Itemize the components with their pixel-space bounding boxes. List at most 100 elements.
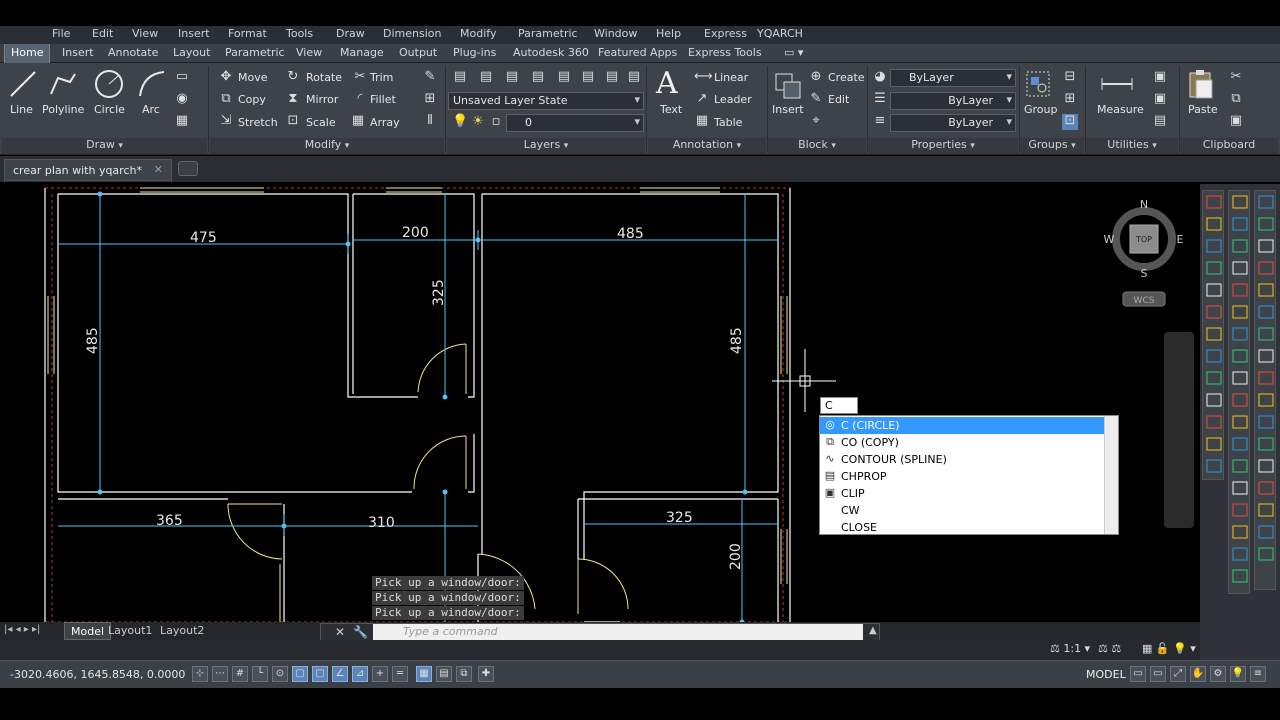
menu-express[interactable]: Express bbox=[704, 27, 747, 40]
toolbar-tool-icon[interactable] bbox=[1232, 525, 1248, 539]
toolbar-tool-icon[interactable] bbox=[1258, 239, 1274, 253]
menu-file[interactable]: File bbox=[52, 27, 70, 40]
menu-tools[interactable]: Tools bbox=[286, 27, 313, 40]
toolbar-tool-icon[interactable] bbox=[1258, 459, 1274, 473]
isolate-objects-icon[interactable]: 💡 bbox=[1230, 666, 1246, 682]
menu-edit[interactable]: Edit bbox=[92, 27, 113, 40]
layer-icon[interactable]: ▤ bbox=[604, 70, 620, 86]
toolbar-tool-icon[interactable] bbox=[1258, 481, 1274, 495]
properties-panel-title[interactable]: Properties ▾ bbox=[868, 138, 1018, 154]
lineweight-dropdown[interactable]: ByLayer bbox=[890, 114, 1016, 132]
autocomplete-item[interactable]: ▤ CHPROP bbox=[820, 468, 1104, 485]
autocomplete-item[interactable]: CLOSE bbox=[820, 519, 1104, 536]
explode-icon[interactable]: ⊞ bbox=[422, 92, 438, 108]
toolbar-tool-icon[interactable] bbox=[1232, 195, 1248, 209]
tab-insert[interactable]: Insert bbox=[62, 46, 94, 59]
group-select-icon[interactable]: ⊡ bbox=[1062, 114, 1078, 130]
autocomplete-scrollbar[interactable] bbox=[1104, 416, 1118, 534]
tab-express-tools[interactable]: Express Tools bbox=[688, 46, 762, 59]
viewport-icon[interactable]: ▭ bbox=[1150, 666, 1166, 682]
toolbar-tool-icon[interactable] bbox=[1232, 503, 1248, 517]
toolbar-tool-icon[interactable] bbox=[1206, 459, 1222, 473]
rotate-button[interactable]: Rotate bbox=[306, 71, 342, 84]
toolbar-tool-icon[interactable] bbox=[1206, 349, 1222, 363]
scale-button[interactable]: Scale bbox=[306, 116, 336, 129]
grid-icon[interactable]: # bbox=[232, 666, 248, 682]
tab-model[interactable]: Model bbox=[64, 622, 112, 640]
selection-cycling-icon[interactable]: ⧉ bbox=[456, 666, 472, 682]
erase-icon[interactable]: ✎ bbox=[422, 70, 438, 86]
close-icon[interactable]: ✕ bbox=[154, 163, 163, 176]
toolbar-tool-icon[interactable] bbox=[1232, 459, 1248, 473]
snap-mode-icon[interactable]: ⋯ bbox=[212, 666, 228, 682]
block-panel-title[interactable]: Block ▾ bbox=[768, 138, 866, 154]
maximize-viewport-icon[interactable]: ⤢ bbox=[1170, 666, 1186, 682]
toolbar-tool-icon[interactable] bbox=[1258, 503, 1274, 517]
leader-button[interactable]: Leader bbox=[714, 93, 752, 106]
toolbar-tool-icon[interactable] bbox=[1258, 305, 1274, 319]
layer-icon[interactable]: ▤ bbox=[626, 70, 642, 86]
toolbar-tool-icon[interactable] bbox=[1206, 305, 1222, 319]
toolbar-tool-icon[interactable] bbox=[1258, 547, 1274, 561]
toolbar-tool-icon[interactable] bbox=[1206, 261, 1222, 275]
pan-icon[interactable]: ✋ bbox=[1190, 666, 1206, 682]
tab-annotate[interactable]: Annotate bbox=[108, 46, 158, 59]
toolbar-tool-icon[interactable] bbox=[1232, 393, 1248, 407]
tab-layout[interactable]: Layout bbox=[173, 46, 210, 59]
toolbar-tool-icon[interactable] bbox=[1232, 349, 1248, 363]
toolbar-tool-icon[interactable] bbox=[1206, 327, 1222, 341]
utility-icon[interactable]: ▣ bbox=[1152, 70, 1168, 86]
mirror-button[interactable]: Mirror bbox=[306, 93, 338, 106]
toolbar-tool-icon[interactable] bbox=[1206, 437, 1222, 451]
3d-osnap-icon[interactable]: ▢ bbox=[312, 666, 328, 682]
new-tab-button[interactable] bbox=[178, 161, 198, 176]
wcs-menu[interactable]: WCS bbox=[1134, 296, 1155, 306]
model-space-toggle[interactable]: MODEL bbox=[1086, 668, 1126, 681]
layer-properties-icon[interactable]: ▤ bbox=[452, 70, 468, 86]
match-properties-icon[interactable]: ▣ bbox=[1228, 114, 1244, 130]
navigation-bar[interactable] bbox=[1164, 332, 1194, 528]
utilities-panel-title[interactable]: Utilities ▾ bbox=[1086, 138, 1178, 154]
toolbar-tool-icon[interactable] bbox=[1206, 195, 1222, 209]
toolbar-tool-icon[interactable] bbox=[1258, 327, 1274, 341]
dynamic-input-field[interactable]: C bbox=[820, 397, 858, 414]
tab-view[interactable]: View bbox=[296, 46, 322, 59]
toolbar-tool-icon[interactable] bbox=[1232, 261, 1248, 275]
toolbar-tool-icon[interactable] bbox=[1206, 217, 1222, 231]
workspace-switch-icon[interactable]: ⚙ bbox=[1210, 666, 1226, 682]
menu-modify[interactable]: Modify bbox=[460, 27, 496, 40]
layout-nav-arrows[interactable]: |◂ ◂ ▸ ▸| bbox=[4, 624, 40, 635]
layer-icon[interactable]: ▤ bbox=[530, 70, 546, 86]
document-tab[interactable]: crear plan with yqarch* ✕ bbox=[4, 159, 172, 181]
clipboard-panel-title[interactable]: Clipboard bbox=[1180, 138, 1278, 154]
transparency-icon[interactable]: ▦ bbox=[416, 666, 432, 682]
toolbar-tool-icon[interactable] bbox=[1258, 217, 1274, 231]
modify-panel-title[interactable]: Modify ▾ bbox=[210, 138, 444, 154]
hatch-icon[interactable]: ▦ bbox=[174, 114, 190, 130]
menu-help[interactable]: Help bbox=[656, 27, 681, 40]
toolbar-tool-icon[interactable] bbox=[1258, 525, 1274, 539]
menu-format[interactable]: Format bbox=[228, 27, 267, 40]
otrack-icon[interactable]: ∠ bbox=[332, 666, 348, 682]
menu-dimension[interactable]: Dimension bbox=[383, 27, 441, 40]
fillet-button[interactable]: Fillet bbox=[370, 93, 396, 106]
draw-panel-title[interactable]: Draw ▾ bbox=[2, 138, 207, 154]
toolbar-tool-icon[interactable] bbox=[1232, 481, 1248, 495]
cut-icon[interactable]: ✂ bbox=[1228, 70, 1244, 86]
layer-icon[interactable]: ▤ bbox=[580, 70, 596, 86]
toolbar-tool-icon[interactable] bbox=[1232, 327, 1248, 341]
layer-icon[interactable]: ▤ bbox=[478, 70, 494, 86]
annotation-monitor-icon[interactable]: ✚ bbox=[478, 666, 494, 682]
toolbar-tool-icon[interactable] bbox=[1232, 305, 1248, 319]
viewcube[interactable]: TOP N S E W WCS bbox=[1104, 198, 1184, 307]
toolbar-tool-icon[interactable] bbox=[1258, 195, 1274, 209]
menu-window[interactable]: Window bbox=[594, 27, 637, 40]
toolbar-tool-icon[interactable] bbox=[1232, 239, 1248, 253]
toolbar-tool-icon[interactable] bbox=[1258, 371, 1274, 385]
toolbar-tool-icon[interactable] bbox=[1232, 283, 1248, 297]
annotation-scale[interactable]: ⚖ 1:1 ▾ bbox=[1050, 642, 1090, 655]
menu-yqarch[interactable]: YQARCH bbox=[757, 27, 803, 40]
autocomplete-item[interactable]: ∿ CONTOUR (SPLINE) bbox=[820, 451, 1104, 468]
utility-icon[interactable]: ▣ bbox=[1152, 92, 1168, 108]
group-edit-icon[interactable]: ⊞ bbox=[1062, 92, 1078, 108]
